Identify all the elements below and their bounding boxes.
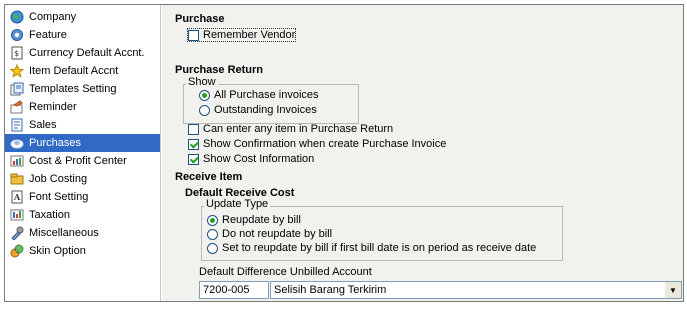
sidebar-item-taxation[interactable]: Taxation (5, 206, 160, 224)
preferences-window: Company Feature $ Currency Default Accnt… (4, 4, 684, 302)
sidebar-item-font-setting[interactable]: A Font Setting (5, 188, 160, 206)
outstanding-invoices-label: Outstanding Invoices (214, 104, 317, 116)
sidebar-item-job-costing[interactable]: Job Costing (5, 170, 160, 188)
outstanding-invoices-radio[interactable]: Outstanding Invoices (199, 104, 317, 116)
radio-circle[interactable] (207, 242, 218, 254)
sidebar-item-label: Feature (29, 29, 67, 41)
purchase-section-title: Purchase (175, 13, 225, 25)
globe-icon (9, 10, 24, 25)
sidebar-item-label: Job Costing (29, 173, 88, 185)
sidebar-item-label: Templates Setting (29, 83, 117, 95)
sidebar-item-label: Miscellaneous (29, 227, 99, 239)
purchase-return-section-title: Purchase Return (175, 64, 264, 76)
chevron-down-icon: ▼ (669, 285, 677, 295)
checkbox-box[interactable] (188, 123, 199, 135)
unbilled-account-label: Default Difference Unbilled Account (199, 266, 372, 278)
all-purchase-invoices-radio[interactable]: All Purchase invoices (199, 89, 319, 101)
templates-icon (9, 82, 24, 97)
job-costing-icon (9, 172, 24, 187)
show-confirmation-label: Show Confirmation when create Purchase I… (203, 138, 447, 150)
unbilled-account-name-select[interactable]: Selisih Barang Terkirim (270, 281, 682, 299)
taxation-icon (9, 208, 24, 223)
sidebar-item-purchases[interactable]: Purchases (5, 134, 160, 152)
svg-text:A: A (13, 192, 21, 202)
receive-item-section-title: Receive Item (175, 171, 243, 183)
sidebar-item-currency-default-accnt[interactable]: $ Currency Default Accnt. (5, 44, 160, 62)
radio-circle[interactable] (207, 214, 218, 226)
settings-panel: Purchase Remember Vendor Purchase Return… (162, 5, 683, 301)
miscellaneous-icon (9, 226, 24, 241)
radio-circle[interactable] (199, 89, 210, 101)
sidebar-item-templates-setting[interactable]: Templates Setting (5, 80, 160, 98)
radio-circle[interactable] (207, 228, 218, 240)
sidebar-item-label: Sales (29, 119, 57, 131)
sidebar-item-label: Cost & Profit Center (29, 155, 127, 167)
remember-vendor-label: Remember Vendor (203, 29, 296, 41)
sidebar-item-label: Font Setting (29, 191, 89, 203)
font-icon: A (9, 190, 24, 205)
sidebar-item-feature[interactable]: Feature (5, 26, 160, 44)
sidebar-item-label: Taxation (29, 209, 70, 221)
reupdate-by-bill-radio[interactable]: Reupdate by bill (207, 214, 301, 226)
sidebar-item-item-default-accnt[interactable]: Item Default Accnt (5, 62, 160, 80)
do-not-reupdate-radio[interactable]: Do not reupdate by bill (207, 228, 332, 240)
show-group-legend: Show (186, 76, 218, 88)
all-purchase-invoices-label: All Purchase invoices (214, 89, 319, 101)
checkbox-box[interactable] (188, 138, 199, 150)
sidebar-item-skin-option[interactable]: Skin Option (5, 242, 160, 260)
update-type-legend: Update Type (204, 198, 271, 210)
purchases-icon (9, 136, 24, 151)
show-cost-information-checkbox[interactable]: Show Cost Information (188, 153, 314, 165)
remember-vendor-checkbox[interactable]: Remember Vendor (186, 28, 297, 42)
reupdate-by-bill-label: Reupdate by bill (222, 214, 301, 226)
do-not-reupdate-label: Do not reupdate by bill (222, 228, 333, 240)
sidebar-item-label: Company (29, 11, 77, 23)
unbilled-account-dropdown-button[interactable]: ▼ (665, 282, 681, 298)
currency-icon: $ (9, 46, 24, 61)
set-to-reupdate-radio[interactable]: Set to reupdate by bill if first bill da… (207, 242, 536, 254)
set-to-reupdate-label: Set to reupdate by bill if first bill da… (222, 242, 537, 254)
checkbox-box[interactable] (188, 153, 199, 165)
sidebar-item-sales[interactable]: Sales (5, 116, 160, 134)
sidebar-item-label: Item Default Accnt (29, 65, 119, 77)
sidebar-item-label: Skin Option (29, 245, 86, 257)
reminder-icon (9, 100, 24, 115)
skin-icon (9, 244, 24, 259)
sidebar-item-label: Currency Default Accnt. (29, 47, 145, 59)
sidebar-item-label: Reminder (29, 101, 77, 113)
show-cost-information-label: Show Cost Information (203, 153, 315, 165)
can-enter-any-item-checkbox[interactable]: Can enter any item in Purchase Return (188, 123, 393, 135)
star-icon (9, 64, 24, 79)
gear-icon (9, 28, 24, 43)
remember-vendor-box[interactable] (188, 29, 199, 41)
unbilled-account-code-field[interactable]: 7200-005 (199, 281, 269, 299)
show-confirmation-checkbox[interactable]: Show Confirmation when create Purchase I… (188, 138, 446, 150)
cost-center-icon (9, 154, 24, 169)
radio-circle[interactable] (199, 104, 210, 116)
sales-icon (9, 118, 24, 133)
sidebar-item-cost-profit-center[interactable]: Cost & Profit Center (5, 152, 160, 170)
can-enter-any-item-label: Can enter any item in Purchase Return (203, 123, 394, 135)
sidebar-item-label: Purchases (29, 137, 81, 149)
sidebar: Company Feature $ Currency Default Accnt… (5, 5, 161, 301)
sidebar-item-miscellaneous[interactable]: Miscellaneous (5, 224, 160, 242)
svg-text:$: $ (14, 49, 19, 58)
sidebar-item-company[interactable]: Company (5, 8, 160, 26)
sidebar-item-reminder[interactable]: Reminder (5, 98, 160, 116)
